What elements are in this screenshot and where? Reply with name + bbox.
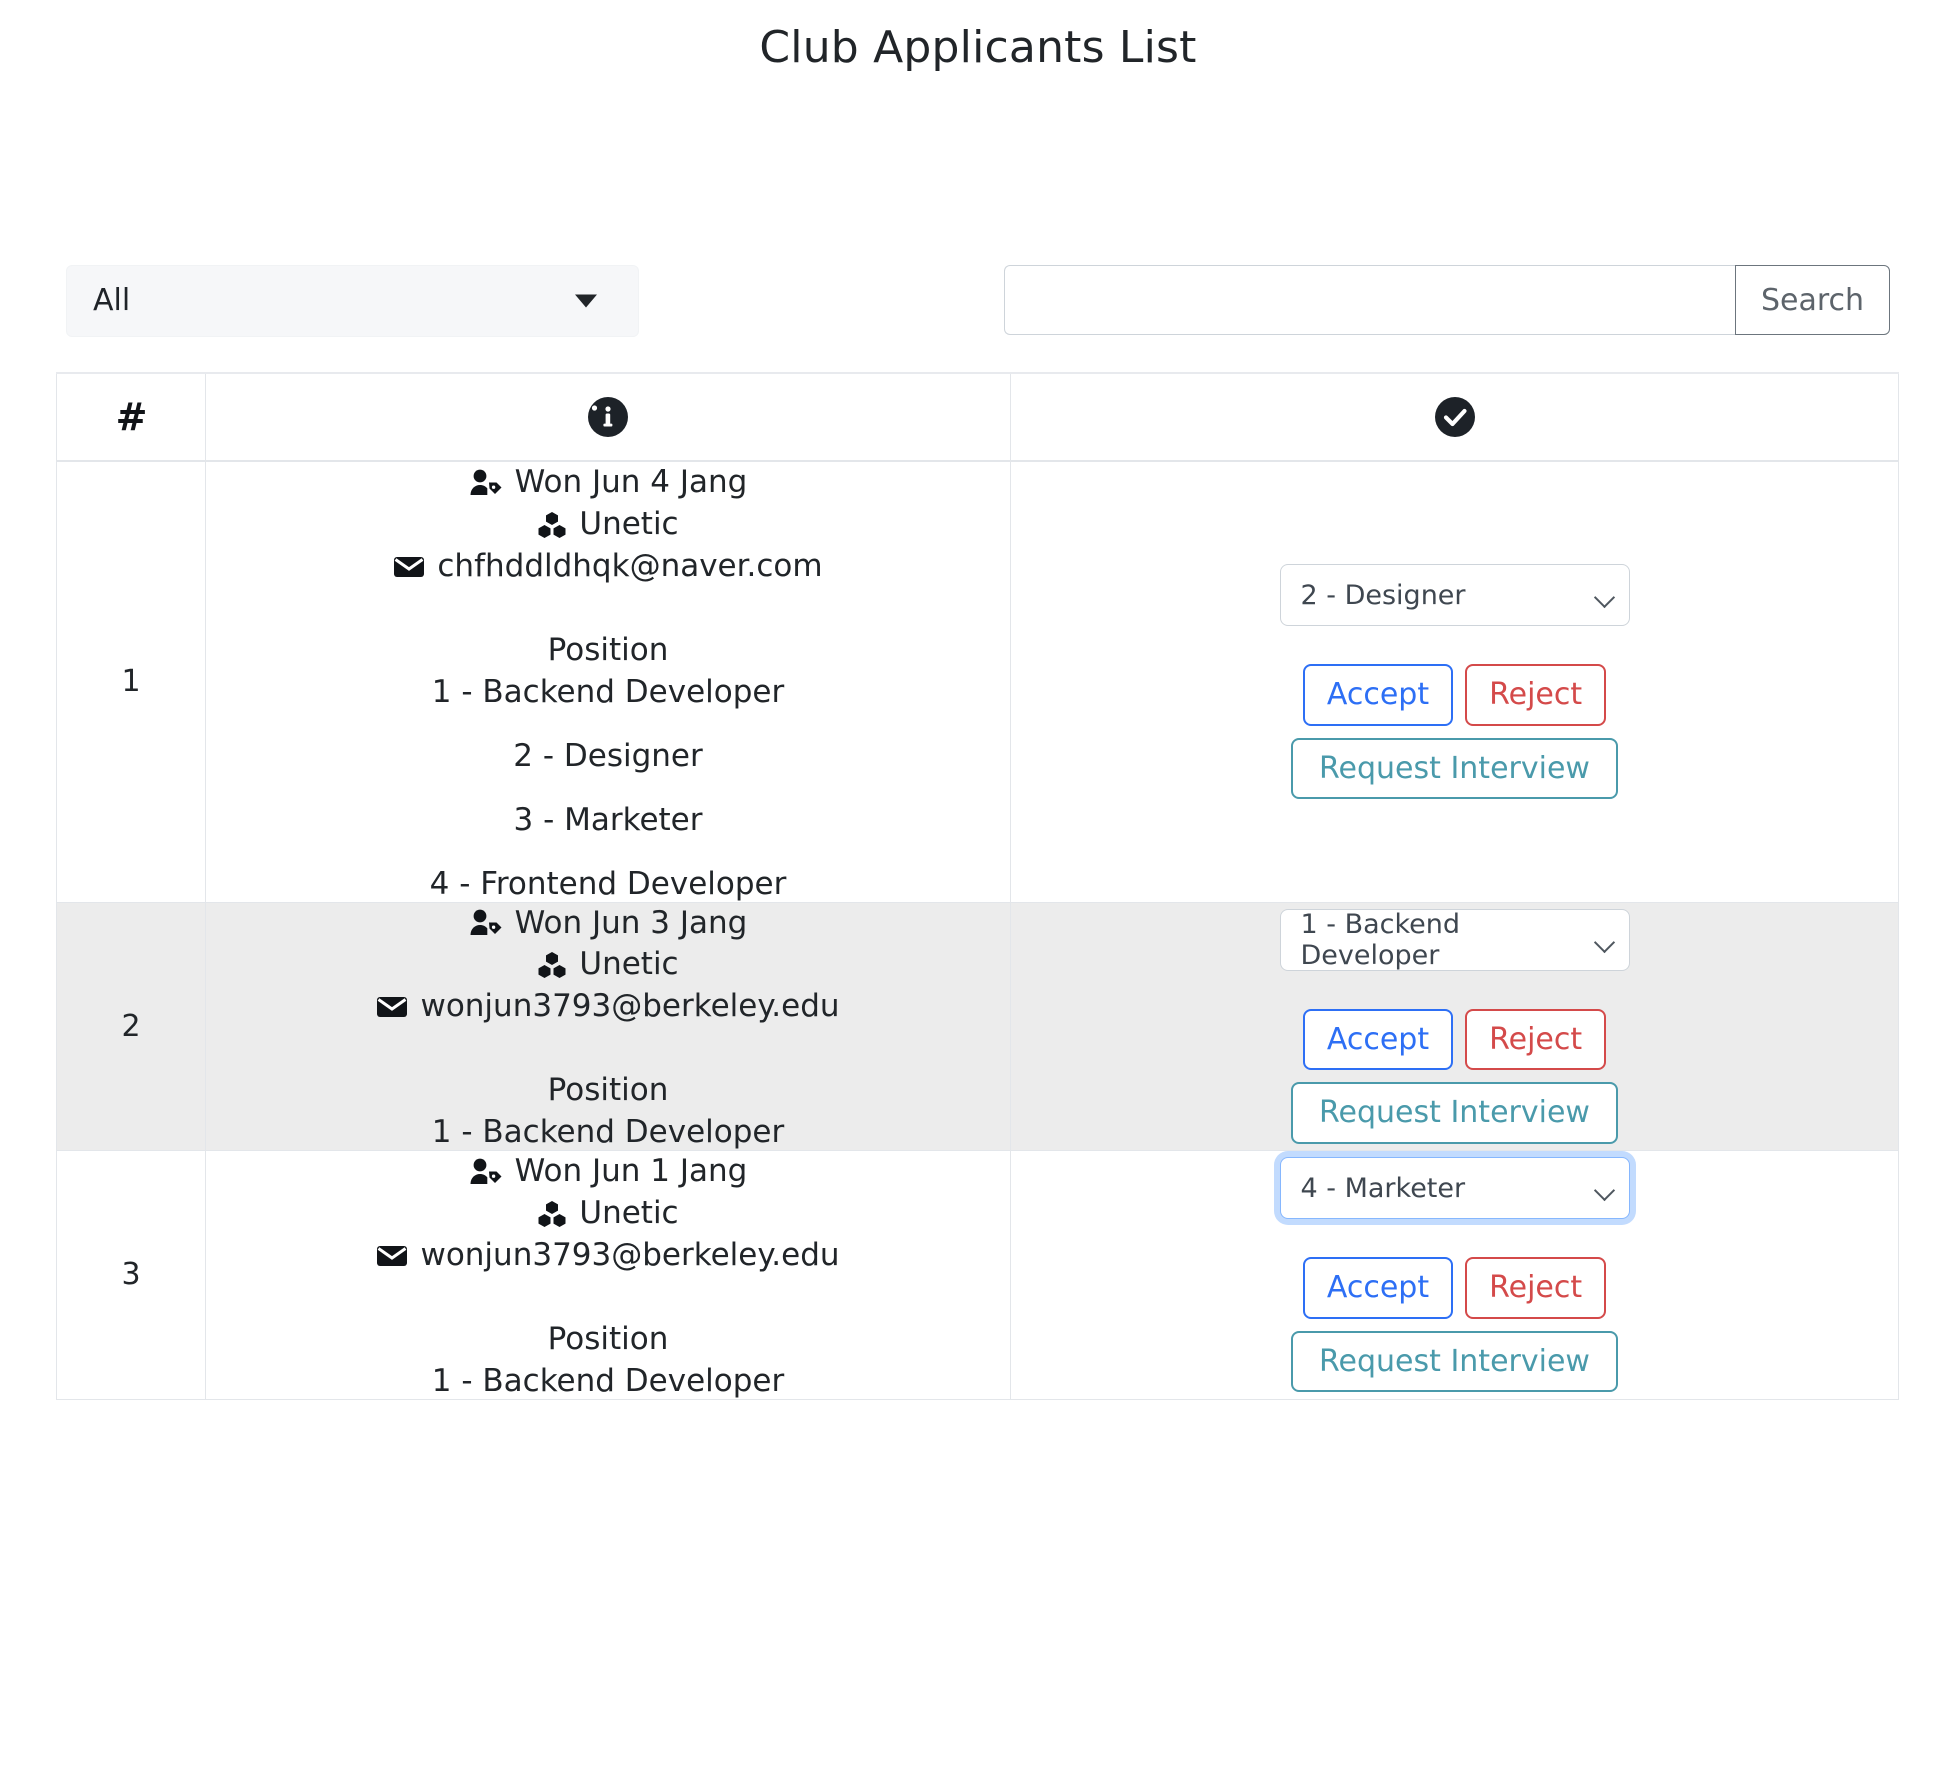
page-root: Club Applicants List All Search # 1 Won … [0, 0, 1956, 1774]
search-button[interactable]: Search [1735, 265, 1890, 335]
envelope-icon [393, 555, 425, 579]
position-choice: 2 - Designer [513, 737, 703, 774]
decision-cell: 4 - Marketer Accept Reject Request Intervie… [1010, 1150, 1899, 1400]
filter-dropdown[interactable]: All [66, 265, 639, 337]
table-row: 3 Won Jun 1 Jang Unetic wonjun3793@berkeley… [56, 1150, 1899, 1400]
person-tag-icon [469, 468, 503, 498]
request-interview-button[interactable]: Request Interview [1291, 1330, 1618, 1393]
decision-cell: 1 - Backend Developer Accept Reject Request… [1010, 901, 1899, 1152]
reject-button[interactable]: Reject [1465, 1008, 1607, 1071]
row-number-cell: 3 [56, 1150, 206, 1400]
position-select[interactable]: 4 - Marketer [1279, 1157, 1630, 1220]
column-header-number: # [56, 372, 206, 462]
position-select-value[interactable]: 2 - Designer [1279, 564, 1630, 627]
position-choice: 4 - Frontend Developer [429, 865, 787, 902]
applicant-org-line: Unetic [206, 1193, 1010, 1235]
applicant-info-cell: Won Jun 1 Jang Unetic wonjun3793@berkeley.… [205, 1150, 1011, 1400]
position-label: Position [547, 631, 669, 668]
applicant-info-cell: Won Jun 4 Jang Unetic chfhddldhqk@naver.co… [205, 460, 1011, 903]
applicant-org: Unetic [579, 946, 679, 983]
request-interview-button[interactable]: Request Interview [1291, 1082, 1618, 1144]
position-label: Position [547, 1320, 669, 1357]
row-number: 1 [121, 664, 141, 700]
applicant-name-line: Won Jun 3 Jang [206, 903, 1010, 945]
reject-button[interactable]: Reject [1465, 1257, 1607, 1319]
applicant-name-line: Won Jun 1 Jang [206, 1151, 1010, 1193]
cubes-icon [537, 511, 567, 539]
cubes-icon [537, 1200, 567, 1228]
controls-bar: All Search [66, 265, 1890, 337]
applicant-org-line: Unetic [206, 504, 1010, 546]
position-choice: 3 - Marketer [513, 801, 703, 838]
cubes-icon [537, 951, 567, 979]
interview-button-row: Request Interview [1291, 726, 1618, 800]
accept-button[interactable]: Accept [1302, 664, 1454, 726]
decision-cell: 2 - Designer Accept Reject Request Intervie… [1010, 460, 1899, 903]
table-row: 2 Won Jun 3 Jang Unetic wonjun3793@berkeley… [56, 901, 1899, 1152]
decision-button-row: Accept Reject [1302, 1257, 1607, 1319]
applicant-name: Won Jun 3 Jang [514, 904, 748, 941]
column-header-decision [1010, 372, 1899, 462]
interview-button-row: Request Interview [1291, 1319, 1618, 1393]
decision-button-row: Accept Reject [1302, 664, 1607, 726]
decision-controls: 1 - Backend Developer Accept Reject Request… [1011, 908, 1898, 1144]
applicant-name-line: Won Jun 4 Jang [206, 462, 1010, 504]
request-interview-button[interactable]: Request Interview [1291, 737, 1618, 800]
accept-button[interactable]: Accept [1302, 1008, 1454, 1071]
accept-button[interactable]: Accept [1302, 1257, 1454, 1319]
filter-select-value[interactable]: All [66, 265, 639, 337]
column-header-info [205, 372, 1011, 462]
position-select-value[interactable]: 4 - Marketer [1279, 1157, 1630, 1220]
search-group: Search [1004, 265, 1890, 335]
position-select[interactable]: 1 - Backend Developer [1279, 908, 1630, 971]
applicant-email-line: wonjun3793@berkeley.edu [206, 986, 1010, 1028]
hash-icon: # [115, 395, 148, 439]
position-label: Position [547, 1072, 669, 1109]
position-select[interactable]: 2 - Designer [1279, 564, 1630, 627]
position-choice: 1 - Backend Developer [431, 1362, 785, 1399]
decision-controls: 2 - Designer Accept Reject Request Intervie… [1011, 564, 1898, 800]
applicants-table-body: 1 Won Jun 4 Jang Unetic chfhddldhqk@naver.c… [56, 460, 1899, 1400]
applicant-name: Won Jun 4 Jang [514, 464, 748, 500]
applicant-email: wonjun3793@berkeley.edu [420, 1236, 840, 1273]
person-tag-icon [469, 908, 503, 938]
envelope-icon [376, 1244, 408, 1268]
applicant-info-cell: Won Jun 3 Jang Unetic wonjun3793@berkeley.… [205, 901, 1011, 1152]
applicants-table: # 1 Won Jun 4 Jang Unetic chfhddldhqk@na… [56, 372, 1899, 1400]
decision-controls: 4 - Marketer Accept Reject Request Intervie… [1011, 1157, 1898, 1393]
table-row: 1 Won Jun 4 Jang Unetic chfhddldhqk@naver.c… [56, 460, 1899, 903]
row-number: 2 [121, 1008, 141, 1044]
row-number-cell: 1 [56, 460, 206, 903]
applicant-email: chfhddldhqk@naver.com [437, 547, 823, 584]
applicant-name: Won Jun 1 Jang [514, 1153, 748, 1190]
applicant-email: wonjun3793@berkeley.edu [420, 988, 840, 1025]
page-title: Club Applicants List [759, 22, 1197, 73]
row-number-cell: 2 [56, 901, 206, 1152]
applicant-org-line: Unetic [206, 944, 1010, 986]
envelope-icon [376, 995, 408, 1019]
position-select-value[interactable]: 1 - Backend Developer [1279, 908, 1630, 971]
applicant-email-line: wonjun3793@berkeley.edu [206, 1235, 1010, 1277]
applicant-email-line: chfhddldhqk@naver.com [206, 546, 1010, 588]
decision-button-row: Accept Reject [1302, 1008, 1607, 1071]
applicant-org: Unetic [579, 505, 679, 542]
info-circle-icon [588, 397, 628, 437]
row-number: 3 [121, 1257, 141, 1293]
check-circle-icon [1434, 397, 1475, 437]
applicant-org: Unetic [579, 1194, 679, 1231]
interview-button-row: Request Interview [1291, 1070, 1618, 1144]
position-choice: 1 - Backend Developer [431, 1114, 785, 1151]
table-header-row: # [56, 372, 1899, 462]
search-input[interactable] [1004, 265, 1735, 335]
reject-button[interactable]: Reject [1465, 664, 1607, 726]
position-choice: 1 - Backend Developer [431, 673, 785, 710]
person-tag-icon [469, 1157, 503, 1187]
